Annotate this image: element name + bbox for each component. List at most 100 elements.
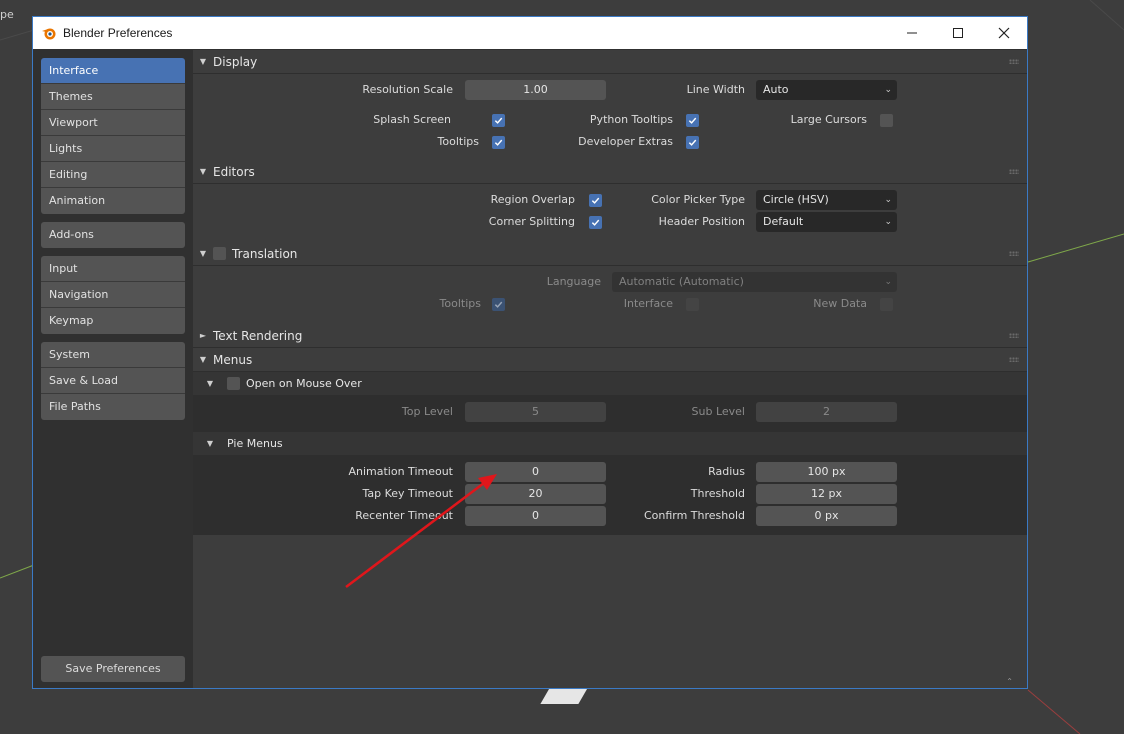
checkmark-icon xyxy=(494,301,503,308)
splash-screen-label: Splash Screen xyxy=(373,113,451,126)
maximize-button[interactable] xyxy=(935,17,981,49)
sidebar-item-viewport[interactable]: Viewport xyxy=(41,110,185,136)
sidebar-item-animation[interactable]: Animation xyxy=(41,188,185,214)
sidebar-item-addons[interactable]: Add-ons xyxy=(41,222,185,248)
sidebar-item-file-paths[interactable]: File Paths xyxy=(41,394,185,420)
expanded-triangle-icon: ▼ xyxy=(206,439,214,448)
expanded-triangle-icon: ▼ xyxy=(199,249,207,258)
sidebar-item-navigation[interactable]: Navigation xyxy=(41,282,185,308)
translation-interface-label: Interface xyxy=(623,297,673,310)
open-on-mouse-over-body: Top Level 5 Sub Level 2 xyxy=(193,396,1027,432)
drag-grip-icon[interactable] xyxy=(1009,169,1019,174)
preferences-window: Blender Preferences Interface Themes Vie… xyxy=(32,16,1028,689)
translation-panel-title: Translation xyxy=(232,246,298,261)
title-bar[interactable]: Blender Preferences xyxy=(33,17,1027,49)
header-position-dropdown[interactable]: Default ⌄ xyxy=(756,212,897,232)
developer-extras-checkbox[interactable] xyxy=(686,136,699,149)
editors-panel-title: Editors xyxy=(213,164,255,179)
checkmark-icon xyxy=(494,139,503,146)
sidebar-item-save-load[interactable]: Save & Load xyxy=(41,368,185,394)
sidebar-item-input[interactable]: Input xyxy=(41,256,185,282)
radius-label: Radius xyxy=(708,465,745,478)
threshold-field[interactable]: 12 px xyxy=(756,484,897,504)
sidebar-item-system[interactable]: System xyxy=(41,342,185,368)
large-cursors-label: Large Cursors xyxy=(790,113,867,126)
color-picker-type-value: Circle (HSV) xyxy=(763,193,829,206)
menus-panel-title: Menus xyxy=(213,352,253,367)
sidebar-item-keymap[interactable]: Keymap xyxy=(41,308,185,334)
save-preferences-button[interactable]: Save Preferences xyxy=(41,656,185,682)
splash-screen-checkbox[interactable] xyxy=(492,114,505,127)
open-on-mouse-over-header[interactable]: ▼ Open on Mouse Over xyxy=(193,372,1027,396)
color-picker-type-dropdown[interactable]: Circle (HSV) ⌄ xyxy=(756,190,897,210)
preferences-body: Interface Themes Viewport Lights Editing… xyxy=(33,50,1027,688)
animation-timeout-label: Animation Timeout xyxy=(348,465,453,478)
expanded-triangle-icon: ▼ xyxy=(206,379,214,388)
sidebar: Interface Themes Viewport Lights Editing… xyxy=(41,58,185,682)
corner-splitting-checkbox[interactable] xyxy=(589,216,602,229)
editors-panel-body: Region Overlap Color Picker Type Circle … xyxy=(193,184,1027,242)
sub-level-field[interactable]: 2 xyxy=(756,402,897,422)
display-panel-header[interactable]: ▼ Display xyxy=(193,50,1027,74)
chevron-down-icon: ⌄ xyxy=(884,85,892,95)
python-tooltips-label: Python Tooltips xyxy=(589,113,673,126)
threshold-label: Threshold xyxy=(690,487,745,500)
display-panel-title: Display xyxy=(213,54,258,69)
language-value: Automatic (Automatic) xyxy=(619,275,744,288)
drag-grip-icon[interactable] xyxy=(1009,357,1019,362)
line-width-value: Auto xyxy=(763,83,789,96)
tooltips-checkbox[interactable] xyxy=(492,136,505,149)
line-width-label: Line Width xyxy=(686,83,745,96)
pie-menus-header[interactable]: ▼ Pie Menus xyxy=(193,432,1027,456)
close-button[interactable] xyxy=(981,17,1027,49)
scroll-up-icon[interactable]: ⌃ xyxy=(1006,677,1013,686)
sidebar-group-main: Interface Themes Viewport Lights Editing… xyxy=(41,58,185,214)
sidebar-group-addons: Add-ons xyxy=(41,222,185,248)
display-panel-body: Resolution Scale 1.00 Line Width Auto ⌄ … xyxy=(193,74,1027,160)
text-rendering-panel-header[interactable]: ► Text Rendering xyxy=(193,324,1027,348)
sidebar-item-editing[interactable]: Editing xyxy=(41,162,185,188)
menus-panel-header[interactable]: ▼ Menus xyxy=(193,348,1027,372)
corner-splitting-label: Corner Splitting xyxy=(488,215,575,228)
translation-interface-checkbox[interactable] xyxy=(686,298,699,311)
checkmark-icon xyxy=(591,197,600,204)
tap-key-timeout-field[interactable]: 20 xyxy=(465,484,606,504)
editors-panel-header[interactable]: ▼ Editors xyxy=(193,160,1027,184)
top-level-label: Top Level xyxy=(401,405,453,418)
translation-panel-body: Language Automatic (Automatic) ⌄ Tooltip… xyxy=(193,266,1027,324)
drag-grip-icon[interactable] xyxy=(1009,251,1019,256)
sidebar-group-input: Input Navigation Keymap xyxy=(41,256,185,334)
translation-panel-header[interactable]: ▼ Translation xyxy=(193,242,1027,266)
top-level-field[interactable]: 5 xyxy=(465,402,606,422)
region-overlap-checkbox[interactable] xyxy=(589,194,602,207)
pie-menus-title: Pie Menus xyxy=(227,437,283,450)
translation-new-data-checkbox[interactable] xyxy=(880,298,893,311)
resolution-scale-field[interactable]: 1.00 xyxy=(465,80,606,100)
animation-timeout-field[interactable]: 0 xyxy=(465,462,606,482)
line-width-dropdown[interactable]: Auto ⌄ xyxy=(756,80,897,100)
resolution-scale-label: Resolution Scale xyxy=(362,83,453,96)
checkmark-icon xyxy=(591,219,600,226)
language-label: Language xyxy=(546,275,601,288)
header-position-value: Default xyxy=(763,215,804,228)
open-on-mouse-over-checkbox[interactable] xyxy=(227,377,240,390)
sub-level-label: Sub Level xyxy=(691,405,745,418)
confirm-threshold-field[interactable]: 0 px xyxy=(756,506,897,526)
developer-extras-label: Developer Extras xyxy=(578,135,673,148)
radius-field[interactable]: 100 px xyxy=(756,462,897,482)
python-tooltips-checkbox[interactable] xyxy=(686,114,699,127)
translation-enable-checkbox[interactable] xyxy=(213,247,226,260)
language-dropdown[interactable]: Automatic (Automatic) ⌄ xyxy=(612,272,897,292)
sidebar-item-lights[interactable]: Lights xyxy=(41,136,185,162)
drag-grip-icon[interactable] xyxy=(1009,59,1019,64)
blender-logo-icon xyxy=(42,28,56,40)
large-cursors-checkbox[interactable] xyxy=(880,114,893,127)
drag-grip-icon[interactable] xyxy=(1009,333,1019,338)
maximize-icon xyxy=(953,28,963,38)
chevron-down-icon: ⌄ xyxy=(884,277,892,287)
sidebar-item-interface[interactable]: Interface xyxy=(41,58,185,84)
minimize-button[interactable] xyxy=(889,17,935,49)
translation-tooltips-checkbox[interactable] xyxy=(492,298,505,311)
recenter-timeout-field[interactable]: 0 xyxy=(465,506,606,526)
sidebar-item-themes[interactable]: Themes xyxy=(41,84,185,110)
